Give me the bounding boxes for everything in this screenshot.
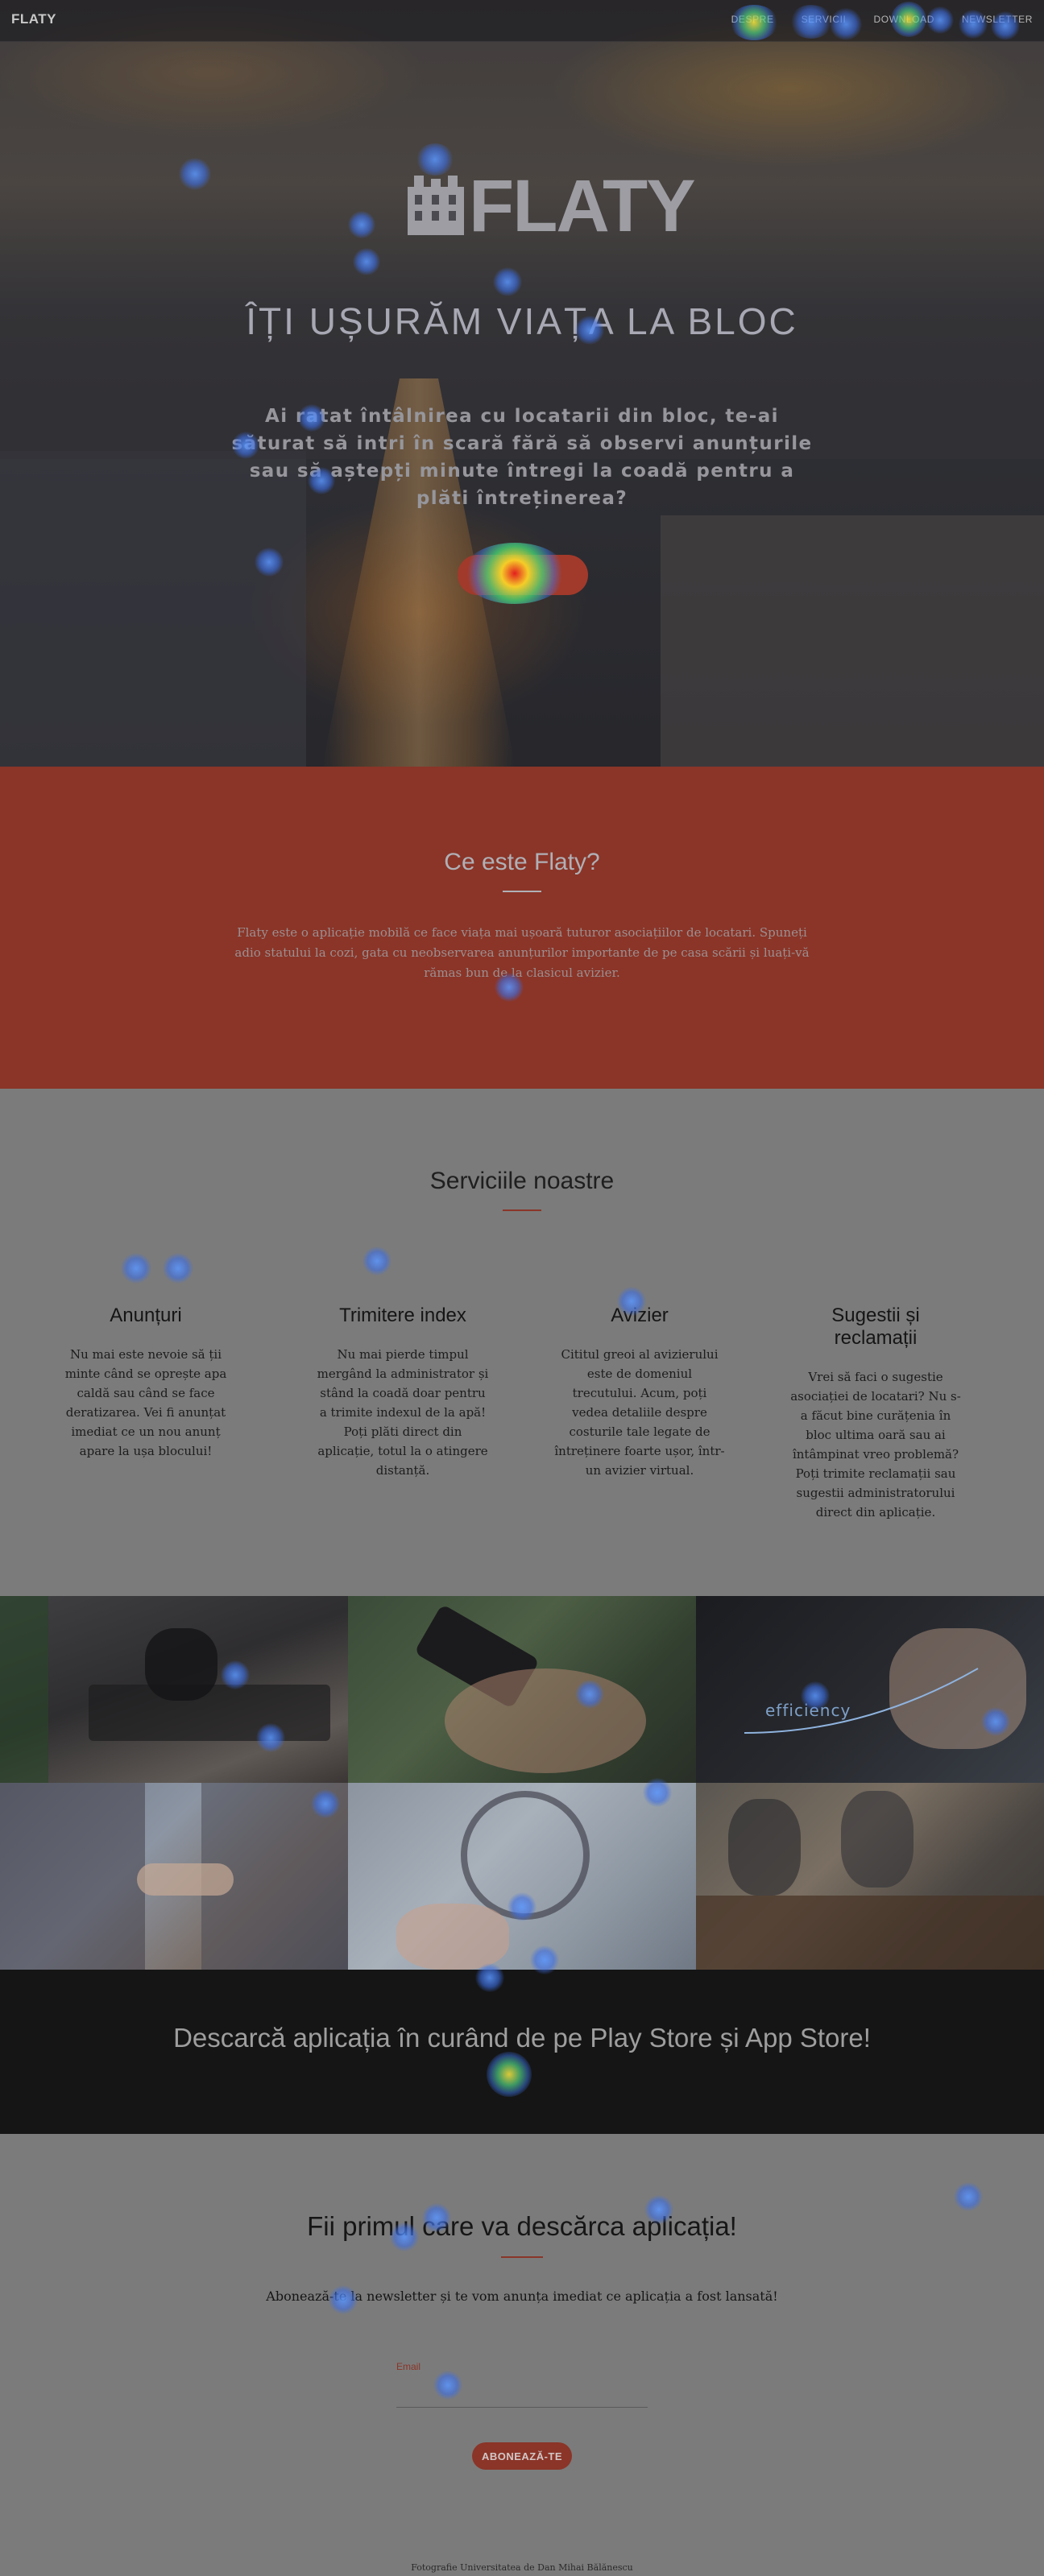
services-divider: [503, 1209, 541, 1211]
newsletter-title: Fii primul care va descărca aplicația!: [307, 2211, 737, 2241]
download-title: Descarcă aplicația în curând de pe Play …: [173, 2023, 871, 2053]
nav-item-newsletter[interactable]: NEWSLETTER: [962, 14, 1033, 25]
hero-section: FLATY ÎȚI UȘURĂM VIAȚA LA BLOC Ai ratat …: [0, 0, 1044, 767]
newsletter-divider: [501, 2256, 543, 2258]
photo-credit: Fotografie Universitatea de Dan Mihai Bă…: [411, 2562, 633, 2573]
hero-title: ÎȚI UȘURĂM VIAȚA LA BLOC: [246, 300, 798, 342]
service-anunturi: Anunțuri Nu mai este nevoie să ții minte…: [60, 1305, 232, 1461]
nav-item-despre[interactable]: DESPRE: [731, 14, 774, 25]
about-text: Flaty este o aplicație mobilă ce face vi…: [234, 925, 810, 980]
subscribe-button[interactable]: ABONEAZĂ-TE: [472, 2442, 572, 2470]
service-title: Trimitere index: [339, 1305, 466, 1326]
download-section: Descarcă aplicația în curând de pe Play …: [0, 1970, 1044, 2134]
logo-wordmark: FLATY: [469, 165, 696, 247]
nav-item-servicii[interactable]: SERVICII: [802, 14, 847, 25]
service-sugestii: Sugestii și reclamații Vrei să faci o su…: [789, 1305, 962, 1522]
service-text: Cititul greoi al avizierului este de dom…: [554, 1347, 725, 1478]
gallery-photo-efficiency: efficiency: [696, 1596, 1044, 1783]
nav-menu: DESPRE SERVICII DOWNLOAD NEWSLETTER: [731, 14, 1033, 25]
about-title: Ce este Flaty?: [444, 849, 600, 875]
gallery-photo-relaxing: [0, 1596, 348, 1783]
hero-lead: Ai ratat întâlnirea cu locatarii din blo…: [231, 406, 813, 509]
newsletter-section: Fii primul care va descărca aplicația! A…: [0, 2134, 1044, 2576]
service-title: Anunțuri: [110, 1305, 182, 1326]
services-section: Serviciile noastre Anunțuri Nu mai este …: [0, 1089, 1044, 1596]
services-title: Serviciile noastre: [429, 1168, 615, 1194]
service-text: Vrei să faci o sugestie asociației de lo…: [790, 1370, 961, 1520]
building-icon: [408, 176, 464, 235]
gallery-photo-phone: [348, 1596, 696, 1783]
flaty-logo: FLATY: [408, 165, 696, 247]
hero-cta-button[interactable]: [458, 555, 588, 595]
service-text: Nu mai este nevoie să ții minte când se …: [64, 1347, 227, 1458]
email-label: Email: [396, 2361, 421, 2372]
email-input[interactable]: [396, 2375, 648, 2408]
top-navbar: FLATY DESPRE SERVICII DOWNLOAD NEWSLETTE…: [0, 0, 1044, 42]
newsletter-text: Abonează-te la newsletter și te vom anun…: [266, 2289, 778, 2304]
gallery-photo-meeting: [696, 1783, 1044, 1970]
service-avizier: Avizier Cititul greoi al avizierului est…: [553, 1305, 726, 1480]
nav-brand[interactable]: FLATY: [11, 11, 56, 27]
nav-item-download[interactable]: DOWNLOAD: [874, 14, 934, 25]
service-title: Sugestii și reclamații: [831, 1305, 920, 1349]
about-section: Ce este Flaty? Flaty este o aplicație mo…: [0, 767, 1044, 1089]
efficiency-label: efficiency: [765, 1701, 851, 1720]
gallery-photo-magnifier: [348, 1783, 696, 1970]
gallery-photo-handshake: [0, 1783, 348, 1970]
service-text: Nu mai pierde timpul mergând la administ…: [317, 1347, 489, 1478]
hero-overlay: [0, 0, 1044, 767]
about-divider: [503, 891, 541, 892]
service-title: Avizier: [611, 1305, 669, 1326]
photo-gallery: efficiency: [0, 1596, 1044, 1970]
service-trimitere-index: Trimitere index Nu mai pierde timpul mer…: [317, 1305, 489, 1480]
